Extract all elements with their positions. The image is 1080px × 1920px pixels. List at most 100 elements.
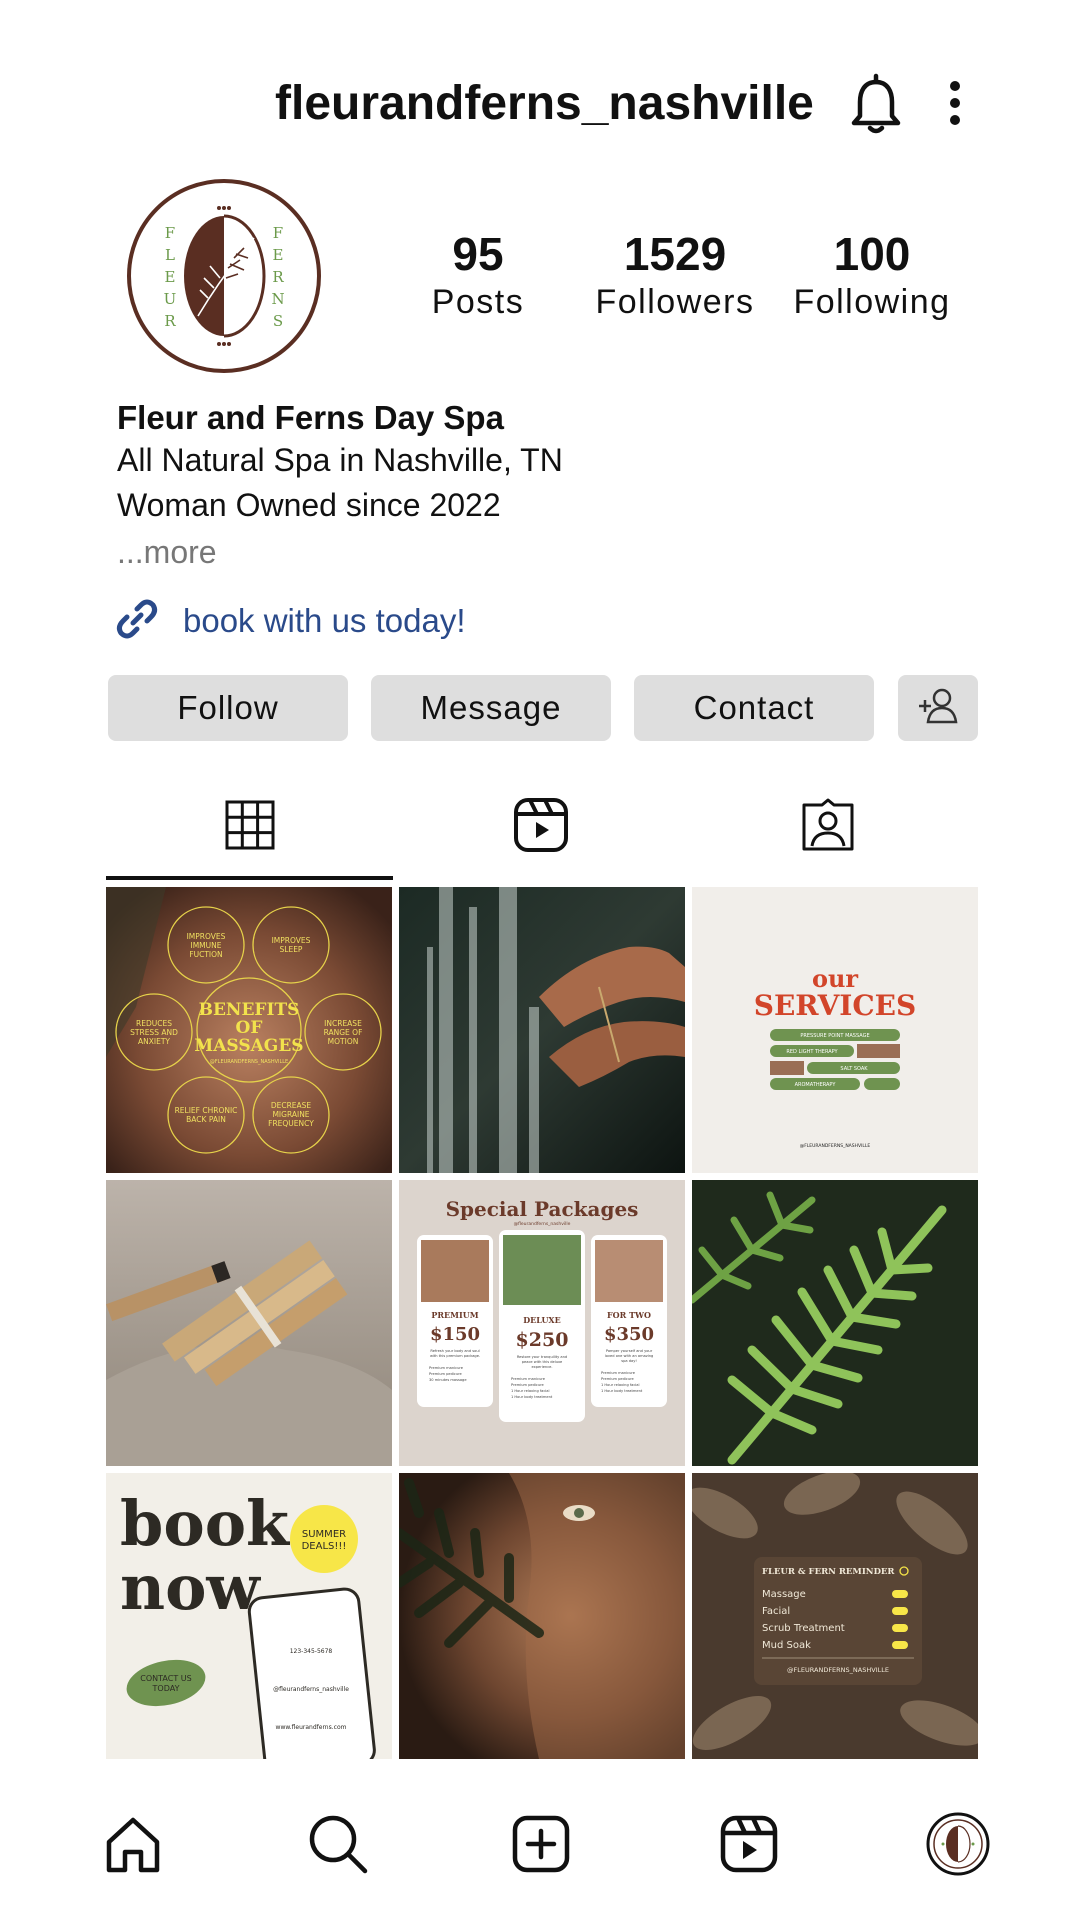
reels-icon[interactable]: [713, 1808, 785, 1880]
link-text[interactable]: book with us today!: [183, 602, 466, 640]
bubble-text: STRESS AND: [130, 1028, 178, 1037]
package-item: Premium pedicure: [511, 1383, 545, 1387]
pill-label: RED LIGHT THERAPY: [786, 1049, 838, 1055]
svg-text:F: F: [273, 224, 283, 242]
stat-value: 1529: [623, 228, 727, 280]
post-special-packages[interactable]: Special Packages @fleurandferns_nashvill…: [399, 1180, 685, 1466]
package-price: $150: [430, 1324, 480, 1345]
phone-text: 123-345-5678: [290, 1648, 333, 1655]
tab-grid[interactable]: [107, 775, 393, 880]
package-item: 1 Hour body treatment: [511, 1395, 553, 1399]
profile-bio: Fleur and Ferns Day Spa All Natural Spa …: [117, 398, 967, 576]
post-fern-portrait[interactable]: [399, 1473, 685, 1759]
profile-avatar[interactable]: F L E U R F E R N S: [126, 178, 322, 374]
svg-text:R: R: [272, 268, 284, 286]
tagged-icon: [800, 797, 856, 858]
add-user-icon: [916, 686, 960, 731]
stat-followers[interactable]: 1529 Followers: [575, 228, 775, 324]
reels-icon: [513, 797, 569, 858]
post-handle: @fleurandferns_nashville: [273, 1686, 349, 1693]
package-desc: peace with this deluxe: [522, 1360, 563, 1364]
tab-reels[interactable]: [398, 775, 684, 880]
pill-label: PRESSURE POINT MASSAGE: [800, 1033, 869, 1039]
package-desc: loved one with an amazing: [605, 1354, 654, 1358]
bell-icon[interactable]: [846, 70, 906, 140]
stat-label: Followers: [595, 283, 755, 321]
contact-button[interactable]: Contact: [634, 675, 874, 741]
package-desc: Pamper yourself and your: [606, 1349, 653, 1353]
package-item: 1 Hour body treatment: [601, 1389, 643, 1393]
bubble-text: SLEEP: [280, 945, 303, 954]
bubble-text: IMPROVES: [272, 936, 311, 945]
post-reminder[interactable]: FLEUR & FERN REMINDER Massage Facial Scr…: [692, 1473, 978, 1759]
post-book-now[interactable]: book now SUMMER DEALS!!! 123-345-5678 @f…: [106, 1473, 392, 1759]
bubble-text: REDUCES: [136, 1019, 172, 1028]
more-vertical-icon[interactable]: [935, 70, 975, 140]
profile-avatar[interactable]: [922, 1808, 994, 1880]
profile-link[interactable]: book with us today!: [113, 596, 466, 646]
follow-button[interactable]: Follow: [108, 675, 348, 741]
package-price: $250: [516, 1329, 569, 1351]
add-user-button[interactable]: [898, 675, 978, 741]
home-icon[interactable]: [97, 1808, 169, 1880]
pill-label: SALT SOAK: [840, 1066, 868, 1072]
svg-text:L: L: [165, 246, 175, 264]
package-item: Premium pedicure: [601, 1377, 635, 1381]
post-handle: @fleurandferns_nashville: [514, 1221, 571, 1227]
bottom-nav: [0, 1800, 1080, 1890]
post-title: now: [120, 1551, 261, 1624]
bio-line: All Natural Spa in Nashville, TN: [117, 442, 563, 478]
package-name: FOR TWO: [607, 1310, 651, 1320]
package-desc: with this premium package.: [430, 1354, 480, 1358]
svg-text:R: R: [164, 312, 176, 330]
bubble-text: IMPROVES: [187, 932, 226, 941]
bubble-text: FUCTION: [189, 950, 222, 959]
package-desc: spa day!: [621, 1359, 637, 1363]
bubble-text: RANGE OF: [324, 1028, 363, 1037]
pill-label: AROMATHERAPY: [795, 1082, 837, 1088]
post-title: BENEFITS: [199, 1000, 300, 1020]
stat-label: Following: [793, 283, 951, 321]
post-title: Special Packages: [446, 1197, 639, 1221]
package-item: Premium manicure: [511, 1377, 546, 1381]
create-icon[interactable]: [505, 1808, 577, 1880]
post-palo-santo[interactable]: [106, 1180, 392, 1466]
reminder-item: Massage: [762, 1589, 806, 1600]
reminder-item: Mud Soak: [762, 1640, 811, 1651]
stat-label: Posts: [431, 283, 525, 321]
package-name: DELUXE: [523, 1315, 561, 1325]
post-title: OF: [236, 1018, 263, 1038]
logo-letter: F: [165, 224, 175, 242]
post-benefits-of-massages[interactable]: IMPROVES IMMUNE FUCTION IMPROVES SLEEP R…: [106, 887, 392, 1173]
svg-text:S: S: [273, 312, 283, 330]
package-item: Premium pedicure: [429, 1372, 463, 1376]
badge-text: DEALS!!!: [302, 1541, 347, 1552]
stat-posts[interactable]: 95 Posts: [378, 228, 578, 324]
bio-more-link[interactable]: ...more: [117, 528, 967, 576]
post-title: MASSAGES: [194, 1036, 303, 1056]
post-handle: @FLEURANDFERNS_NASHVILLE: [210, 1059, 288, 1065]
link-icon: [113, 595, 161, 648]
message-button[interactable]: Message: [371, 675, 611, 741]
package-item: Premium manicure: [429, 1366, 464, 1370]
stat-value: 100: [833, 228, 911, 280]
package-item: 30 minutes massage: [429, 1378, 467, 1382]
post-waterfall-hands[interactable]: [399, 887, 685, 1173]
post-our-services[interactable]: our SERVICES PRESSURE POINT MASSAGE RED …: [692, 887, 978, 1173]
post-handle: @FLEURANDFERNS_NASHVILLE: [787, 1666, 889, 1674]
tab-tagged[interactable]: [685, 775, 971, 880]
stat-following[interactable]: 100 Following: [772, 228, 972, 324]
bubble-text: MIGRAINE: [272, 1110, 309, 1119]
badge-text: SUMMER: [302, 1529, 346, 1540]
package-item: 1 Hour relaxing facial: [511, 1389, 550, 1393]
stat-value: 95: [452, 228, 504, 280]
bubble-text: DECREASE: [271, 1101, 312, 1110]
post-fern[interactable]: [692, 1180, 978, 1466]
bio-line: Woman Owned since 2022: [117, 487, 501, 523]
active-tab-indicator: [106, 876, 393, 880]
post-handle: @FLEURANDFERNS_NASHVILLE: [800, 1143, 871, 1149]
post-title: book: [120, 1487, 291, 1560]
profile-username[interactable]: fleurandferns_nashville: [275, 76, 814, 131]
search-icon[interactable]: [302, 1808, 374, 1880]
display-name: Fleur and Ferns Day Spa: [117, 399, 504, 436]
